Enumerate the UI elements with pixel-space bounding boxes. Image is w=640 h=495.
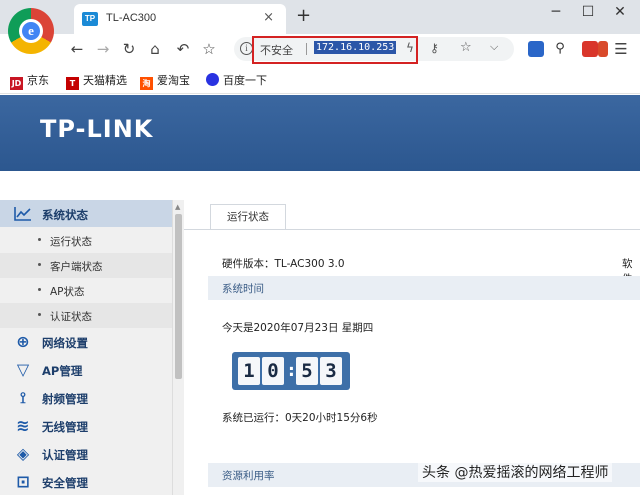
clock-digit: 3	[320, 357, 342, 385]
tmall-icon: T	[66, 77, 79, 90]
watermark: 头条 @热爱摇滚的网络工程师	[418, 462, 613, 482]
bookmark-jd[interactable]: JD 京东	[10, 72, 49, 90]
favorites-star-icon[interactable]: ☆	[200, 39, 218, 59]
ap-icon: ▽	[16, 360, 30, 379]
forward-button[interactable]: →	[94, 39, 112, 59]
sidebar-item-label: 系统状态	[42, 208, 88, 222]
home-button[interactable]: ⌂	[146, 39, 164, 59]
extension-icon[interactable]	[598, 41, 608, 57]
lock-icon: ⊡	[16, 472, 30, 491]
browser-tab[interactable]: TP TL-AC300 ×	[74, 4, 286, 34]
sidebar-item-system-status[interactable]: 系统状态	[0, 200, 172, 227]
undo-close-button[interactable]: ↶	[174, 39, 192, 59]
section-system-time: 系统时间	[208, 276, 640, 300]
tplink-banner: TP-LINK	[0, 95, 640, 171]
tab-run-status[interactable]: 运行状态	[210, 204, 286, 230]
tab-strip: TP TL-AC300 × + ─ ☐ ✕	[0, 0, 640, 34]
menu-icon[interactable]: ☰	[612, 39, 630, 59]
clock-digit: 1	[238, 357, 260, 385]
antenna-icon: ⟟	[20, 388, 26, 407]
minimize-button[interactable]: ─	[546, 4, 566, 20]
reload-button[interactable]: ↻	[120, 39, 138, 59]
back-button[interactable]: ←	[68, 39, 86, 59]
sidebar-item-radio[interactable]: ⟟ 射频管理	[0, 384, 172, 412]
submenu-run-status[interactable]: 运行状态	[0, 228, 172, 253]
clock-digit: 0	[262, 357, 284, 385]
submenu-ap-status[interactable]: AP状态	[0, 278, 172, 303]
baidu-paw-icon[interactable]	[528, 41, 544, 57]
maximize-button[interactable]: ☐	[578, 4, 598, 20]
submenu-auth-status[interactable]: 认证状态	[0, 303, 172, 328]
sidebar-item-auth[interactable]: ◈ 认证管理	[0, 440, 172, 468]
bookmark-tmall[interactable]: T 天猫精选	[66, 72, 127, 90]
clock-separator: :	[286, 360, 297, 381]
current-date: 今天是2020年07月23日 星期四	[222, 322, 374, 334]
bookmark-baidu[interactable]: 百度一下	[206, 72, 267, 88]
tab-title: TL-AC300	[106, 12, 157, 24]
baidu-icon	[206, 73, 219, 86]
wifi-icon: ≋	[16, 416, 30, 435]
sidebar-scrollbar[interactable]: ▲	[172, 200, 184, 495]
scroll-up-icon[interactable]: ▲	[175, 203, 180, 211]
scrollbar-thumb[interactable]	[175, 214, 182, 379]
submenu-client-status[interactable]: 客户端状态	[0, 253, 172, 278]
chevron-down-icon[interactable]: ⌵	[490, 40, 498, 54]
search-icon[interactable]: ⚲	[552, 41, 568, 57]
sidebar-item-ap[interactable]: ▽ AP管理	[0, 356, 172, 384]
url-highlight-frame	[252, 36, 418, 64]
hardware-version: 硬件版本：TL-AC300 3.0	[222, 258, 345, 270]
tplink-favicon-icon: TP	[82, 12, 98, 26]
sidebar-item-security[interactable]: ⊡ 安全管理	[0, 468, 172, 495]
system-clock: 1 0 : 5 3	[232, 352, 350, 390]
star-icon[interactable]: ☆	[460, 40, 472, 55]
tplink-logo: TP-LINK	[40, 115, 154, 143]
bookmark-aitaobao[interactable]: 淘爱淘宝	[140, 72, 190, 90]
chart-line-icon	[14, 207, 31, 221]
shield-icon: ◈	[16, 444, 30, 463]
sidebar-item-wireless[interactable]: ≋ 无线管理	[0, 412, 172, 440]
new-tab-button[interactable]: +	[296, 5, 311, 26]
pdf-icon[interactable]	[582, 41, 598, 57]
tab-divider	[184, 229, 640, 230]
sidebar-item-network[interactable]: ⊕ 网络设置	[0, 328, 172, 356]
key-icon[interactable]: ⚷	[430, 41, 439, 55]
clock-digit: 5	[296, 357, 318, 385]
browser-logo-icon: e	[8, 8, 54, 54]
close-window-button[interactable]: ✕	[610, 4, 630, 20]
taobao-icon: 淘	[140, 77, 153, 90]
system-uptime: 系统已运行：0天20小时15分6秒	[222, 412, 378, 424]
sidebar: 系统状态 运行状态 客户端状态 AP状态 认证状态 ⊕ 网络设置 ▽ AP管理 …	[0, 200, 172, 495]
globe-icon: ⊕	[16, 332, 30, 351]
bookmarks-bar: JD 京东 T 天猫精选 淘爱淘宝 百度一下	[0, 64, 640, 94]
close-tab-icon[interactable]: ×	[263, 10, 274, 25]
jd-icon: JD	[10, 77, 23, 90]
